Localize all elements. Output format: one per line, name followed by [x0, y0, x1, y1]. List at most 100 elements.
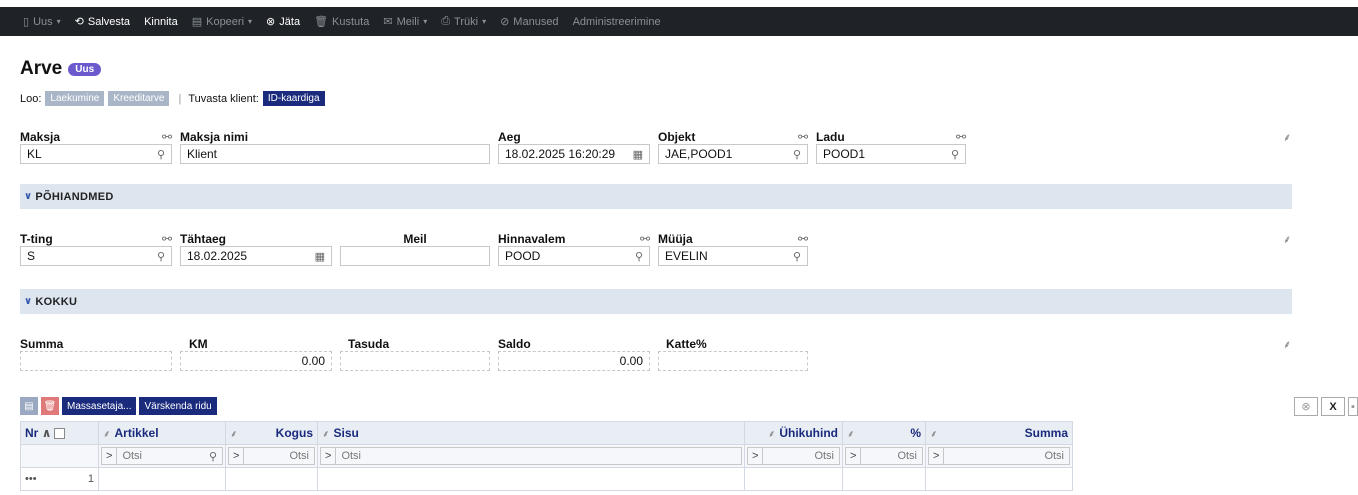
copy-rows-button[interactable]: ▤	[20, 397, 38, 415]
wrench-icon[interactable]: ⸙	[930, 426, 938, 440]
toolbar-label: Trüki	[454, 15, 479, 28]
link-icon[interactable]: ⚯	[798, 232, 808, 246]
toolbar-button-kinnita[interactable]: Kinnita	[137, 7, 185, 36]
operator-icon[interactable]: >	[748, 448, 764, 464]
calendar-icon[interactable]: ▦	[315, 250, 325, 263]
filter-placeholder[interactable]: Otsi	[861, 450, 922, 462]
filter-uhikuhind[interactable]: > Otsi	[744, 444, 843, 468]
kreeditarve-button[interactable]: Kreeditarve	[108, 91, 170, 106]
row-artikkel-cell[interactable]	[98, 467, 226, 491]
toolbar-button-uus[interactable]: ▯ Uus ▾	[16, 7, 68, 36]
chevron-down-icon[interactable]: ▾	[248, 17, 252, 26]
link-icon[interactable]: ⚯	[162, 232, 172, 246]
varskenda-ridu-button[interactable]: Värskenda ridu	[139, 397, 217, 415]
select-all-checkbox[interactable]	[54, 428, 66, 440]
maksja-nimi-input[interactable]: Klient	[180, 144, 490, 164]
operator-icon[interactable]: >	[846, 448, 862, 464]
row-nr-cell[interactable]: ••• 1	[20, 467, 99, 491]
section-pohiandmed[interactable]: ∨ PÕHIANDMED	[20, 184, 1292, 209]
col-protsent[interactable]: ⸙%	[842, 421, 926, 445]
row-summa-cell[interactable]	[925, 467, 1073, 491]
col-kogus[interactable]: ⸙ Kogus	[225, 421, 318, 445]
wrench-icon[interactable]: ⸙	[847, 426, 855, 440]
massasetaja-button[interactable]: Massasetaja...	[62, 397, 137, 415]
search-icon[interactable]: ⚲	[635, 250, 643, 263]
chevron-down-icon[interactable]: ▾	[423, 17, 427, 26]
row-kogus-cell[interactable]	[225, 467, 318, 491]
row-menu-icon[interactable]: •••	[25, 473, 37, 485]
id-card-button[interactable]: ID-kaardiga	[262, 91, 325, 106]
aeg-input[interactable]: 18.02.2025 16:20:29 ▦	[498, 144, 650, 164]
toolbar-button-salvesta[interactable]: ⟲ Salvesta	[68, 7, 137, 36]
filter-kogus[interactable]: > Otsi	[225, 444, 318, 468]
muuja-input[interactable]: EVELIN ⚲	[658, 246, 808, 266]
table-row[interactable]: ••• 1	[20, 467, 1073, 491]
toolbar-button-administreerimine[interactable]: Administreerimine	[566, 7, 668, 36]
operator-icon[interactable]: >	[321, 448, 337, 464]
filter-summa[interactable]: > Otsi	[925, 444, 1073, 468]
wrench-icon[interactable]: ⸙	[1283, 337, 1291, 352]
col-uhikuhind[interactable]: ⸙ Ühikuhind	[744, 421, 843, 445]
wrench-icon[interactable]: ⸙	[768, 429, 776, 440]
tahtaeg-input[interactable]: 18.02.2025 ▦	[180, 246, 332, 266]
meil-input[interactable]	[340, 246, 490, 266]
wrench-icon[interactable]: ⸙	[103, 429, 111, 440]
tting-input[interactable]: S ⚲	[20, 246, 172, 266]
col-summa[interactable]: ⸙ Summa	[925, 421, 1073, 445]
link-icon[interactable]: ⚯	[162, 130, 172, 144]
filter-sisu[interactable]: > Otsi	[317, 444, 745, 468]
hinnavalem-label: Hinnavalem	[498, 231, 566, 246]
filter-placeholder[interactable]: Otsi	[244, 450, 314, 462]
toolbar-button-tr-ki[interactable]: ⎙ Trüki ▾	[434, 7, 493, 36]
operator-icon[interactable]: >	[102, 448, 118, 464]
row-sisu-cell[interactable]	[317, 467, 745, 491]
filter-protsent[interactable]: > Otsi	[842, 444, 926, 468]
row-uhikuhind-cell[interactable]	[744, 467, 843, 491]
more-export-icon[interactable]: ▪	[1348, 397, 1358, 416]
maksja-nimi-field: Maksja nimi Klient	[180, 129, 490, 164]
filter-placeholder[interactable]: Otsi	[763, 450, 839, 462]
toolbar-button-kustuta[interactable]: 🗑 Kustuta	[307, 7, 376, 36]
laekumine-button[interactable]: Laekumine	[45, 91, 105, 106]
operator-icon[interactable]: >	[229, 448, 245, 464]
calendar-icon[interactable]: ▦	[633, 148, 643, 161]
col-artikkel[interactable]: ⸙ Artikkel	[98, 421, 226, 445]
filter-artikkel[interactable]: > Otsi ⚲	[98, 444, 226, 468]
col-sisu[interactable]: ⸙ Sisu	[317, 421, 745, 445]
filter-placeholder[interactable]: Otsi	[117, 450, 204, 462]
search-icon[interactable]: ⚲	[157, 148, 165, 161]
filter-placeholder[interactable]: Otsi	[944, 450, 1069, 462]
toolbar-button-meili[interactable]: ✉ Meili ▾	[376, 7, 434, 36]
toolbar-button-j-ta[interactable]: ⊗ Jäta	[259, 7, 307, 36]
toolbar-button-manused[interactable]: ⊘ Manused	[493, 7, 565, 36]
link-icon[interactable]: ⚯	[640, 232, 650, 246]
toolbar-label: Salvesta	[87, 15, 131, 28]
col-nr[interactable]: Nr ∧	[20, 421, 99, 445]
filter-placeholder[interactable]: Otsi	[336, 450, 741, 462]
search-icon[interactable]: ⚲	[204, 450, 222, 463]
excel-export-icon[interactable]: X	[1321, 397, 1345, 416]
wrench-icon[interactable]: ⸙	[230, 426, 238, 440]
link-icon[interactable]: ⚯	[956, 130, 966, 144]
chevron-down-icon[interactable]: ▾	[57, 17, 61, 26]
wrench-icon[interactable]: ⸙	[1283, 130, 1291, 145]
clear-filter-icon[interactable]: ⊗	[1294, 397, 1318, 416]
toolbar-button-kopeeri[interactable]: ▤ Kopeeri ▾	[185, 7, 259, 36]
chevron-down-icon[interactable]: ▾	[482, 17, 486, 26]
ladu-input[interactable]: POOD1 ⚲	[816, 144, 966, 164]
section-kokku[interactable]: ∨ KOKKU	[20, 289, 1292, 314]
hinnavalem-input[interactable]: POOD ⚲	[498, 246, 650, 266]
wrench-icon[interactable]: ⸙	[1283, 232, 1291, 247]
operator-icon[interactable]: >	[929, 448, 945, 464]
delete-rows-button[interactable]: 🗑	[41, 397, 59, 415]
maksja-input[interactable]: KL ⚲	[20, 144, 172, 164]
sort-up-icon[interactable]: ∧	[42, 426, 52, 440]
link-icon[interactable]: ⚯	[798, 130, 808, 144]
search-icon[interactable]: ⚲	[951, 148, 959, 161]
search-icon[interactable]: ⚲	[793, 148, 801, 161]
search-icon[interactable]: ⚲	[157, 250, 165, 263]
objekt-input[interactable]: JAE,POOD1 ⚲	[658, 144, 808, 164]
row-protsent-cell[interactable]	[842, 467, 926, 491]
search-icon[interactable]: ⚲	[793, 250, 801, 263]
wrench-icon[interactable]: ⸙	[322, 429, 330, 440]
